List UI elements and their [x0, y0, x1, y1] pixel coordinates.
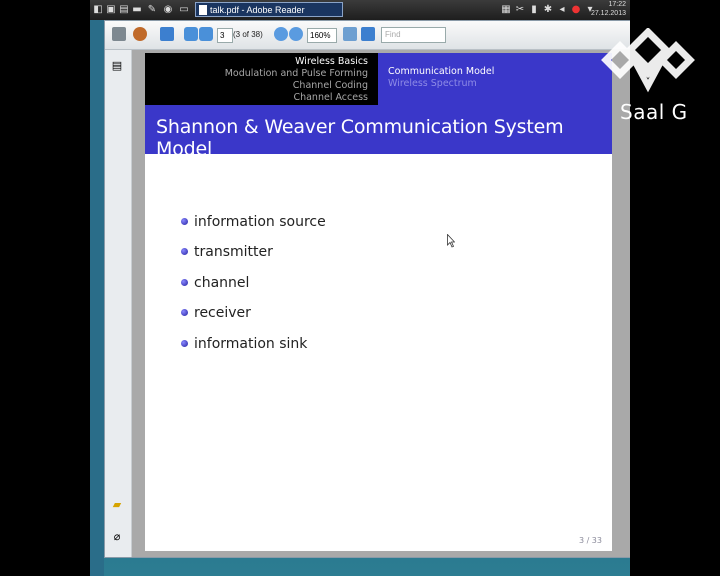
list-item-text: transmitter	[194, 244, 273, 261]
browser-icon[interactable]: ◉	[162, 3, 174, 16]
adobe-reader-window: 3 (3 of 38) 160% Find ▤ ▰ ⌀ Wireless Bas…	[104, 20, 630, 558]
power-icon[interactable]: ●	[570, 3, 582, 16]
slide-title-bar: Shannon & Weaver Communication System Mo…	[145, 105, 612, 160]
attachments-icon[interactable]: ⌀	[111, 531, 123, 543]
zoom-out-icon[interactable]	[274, 27, 288, 41]
list-item-text: channel	[194, 274, 250, 291]
fit-page-icon[interactable]	[343, 27, 357, 41]
fit-width-icon[interactable]	[361, 27, 375, 41]
list-item: transmitter	[181, 243, 326, 273]
window-icon[interactable]: ▬	[131, 3, 143, 16]
navigation-panel: ▤ ▰ ⌀	[105, 50, 132, 557]
settings-icon[interactable]: ✎	[146, 3, 158, 16]
printer-icon[interactable]: ▭	[178, 3, 190, 16]
list-item: receiver	[181, 304, 326, 334]
battery-icon[interactable]: ▮	[528, 3, 540, 16]
list-item-text: receiver	[194, 305, 251, 322]
taskbar-item-adobe-reader[interactable]: talk.pdf - Adobe Reader	[195, 2, 343, 17]
desktop-left-strip	[90, 20, 104, 576]
bluetooth-icon[interactable]: ✱	[542, 3, 554, 16]
section-link[interactable]: Channel Access	[293, 92, 368, 104]
bullet-icon	[181, 248, 188, 256]
section-link[interactable]: Channel Coding	[293, 80, 368, 92]
bullet-icon	[181, 339, 188, 347]
terminal-icon[interactable]: ▣	[105, 3, 117, 16]
document-area[interactable]: Wireless Basics Modulation and Pulse For…	[132, 50, 630, 557]
list-item-text: information sink	[194, 335, 308, 352]
slide-header-sections: Wireless Basics Modulation and Pulse For…	[145, 53, 378, 105]
slide-title: Shannon & Weaver Communication System Mo…	[156, 116, 564, 160]
watermark-text: Saal G	[620, 100, 688, 124]
page-count-label: (3 of 38)	[233, 30, 263, 39]
zoom-select[interactable]: 160%	[307, 28, 337, 43]
clock-date: 27.12.2013	[590, 10, 626, 17]
reader-toolbar: 3 (3 of 38) 160% Find	[105, 21, 630, 50]
subsection-link[interactable]: Communication Model	[388, 66, 494, 78]
find-input[interactable]: Find	[381, 27, 446, 43]
files-icon[interactable]: ▤	[118, 3, 130, 16]
mouse-cursor-icon	[447, 234, 455, 248]
next-page-icon[interactable]	[199, 27, 213, 41]
slide-header-subsections: Communication Model Wireless Spectrum	[378, 53, 612, 105]
document-icon	[199, 5, 207, 15]
volume-icon[interactable]: ◂	[556, 3, 568, 16]
list-item: channel	[181, 274, 326, 304]
taskbar-item-label: talk.pdf - Adobe Reader	[210, 5, 305, 15]
bullet-icon	[181, 309, 188, 317]
list-item-text: information source	[194, 214, 326, 230]
email-icon[interactable]	[133, 27, 147, 41]
pages-panel-icon[interactable]: ▤	[111, 60, 123, 72]
start-menu-icon[interactable]: ◧	[92, 3, 104, 16]
page-number-input[interactable]: 3	[217, 28, 233, 43]
subsection-link[interactable]: Wireless Spectrum	[388, 78, 477, 90]
network-icon[interactable]: ▦	[500, 3, 512, 16]
tools-icon[interactable]: ✂	[514, 3, 526, 16]
bullet-icon	[181, 278, 188, 286]
list-item: information sink	[181, 335, 326, 365]
bullet-list: information source transmitter channel r…	[181, 213, 326, 365]
list-item: information source	[181, 213, 326, 243]
zoom-in-icon[interactable]	[289, 27, 303, 41]
hand-tool-icon[interactable]	[160, 27, 174, 41]
previous-page-icon[interactable]	[184, 27, 198, 41]
section-link[interactable]: Wireless Basics	[295, 56, 368, 68]
clock-time: 17:22	[608, 1, 626, 8]
print-icon[interactable]	[112, 27, 126, 41]
comments-icon[interactable]: ▰	[111, 499, 123, 511]
taskbar: ◧ ▣ ▤ ▬ ✎ ◉ ▭ talk.pdf - Adobe Reader ▦ …	[90, 0, 630, 21]
desktop-screen: ◧ ▣ ▤ ▬ ✎ ◉ ▭ talk.pdf - Adobe Reader ▦ …	[90, 0, 630, 576]
clock[interactable]: 17:22 27.12.2013	[591, 0, 626, 18]
slide-page-number: 3 / 33	[578, 536, 602, 545]
bullet-icon	[181, 218, 188, 225]
slide-page: Wireless Basics Modulation and Pulse For…	[145, 53, 612, 551]
section-link[interactable]: Modulation and Pulse Forming	[225, 68, 368, 80]
